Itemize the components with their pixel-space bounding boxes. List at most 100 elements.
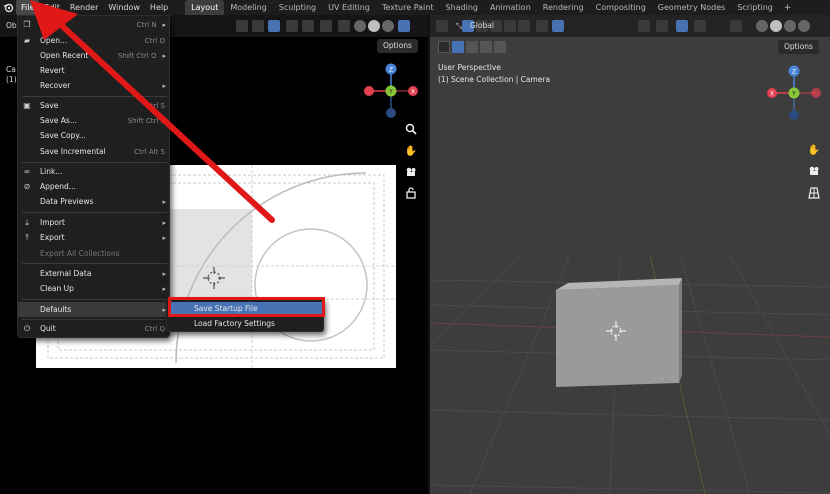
menu-item-link[interactable]: ∞ Link... [18,164,171,179]
gizmo-right-icon[interactable] [656,20,668,32]
invert-tool-icon[interactable] [494,41,506,53]
select-invert-icon[interactable] [504,20,516,32]
append-icon: ⊘ [23,182,31,191]
submenu-arrow-icon: ▸ [162,20,166,29]
menu-item-import[interactable]: ⤓ Import ▸ [18,215,171,230]
menu-item-revert[interactable]: Revert [18,63,171,78]
perspective-toggle-icon[interactable] [807,187,821,201]
menu-item-clean-up[interactable]: Clean Up ▸ [18,281,171,296]
tab-compositing[interactable]: Compositing [590,0,652,15]
menu-item-save-as[interactable]: Save As... Shift Ctrl S [18,113,171,128]
menu-item-save-incremental[interactable]: Save Incremental Ctrl Alt S [18,144,171,159]
navigation-gizmo-right[interactable]: Z X Y [764,63,824,123]
menu-item-append[interactable]: ⊘ Append... [18,179,171,194]
tab-texture-paint[interactable]: Texture Paint [376,0,440,15]
folder-icon: ▰ [23,36,31,45]
left-options-dropdown[interactable]: Options [377,39,418,53]
solid-shading-icon[interactable] [368,20,380,32]
tab-rendering[interactable]: Rendering [537,0,590,15]
xray-right-icon[interactable] [730,20,742,32]
collection-label-partial: (1) [6,75,17,84]
perspective-label: User Perspective [438,63,501,72]
menu-item-new[interactable]: ❐ New Ctrl N ▸ [18,17,171,32]
menu-item-defaults[interactable]: Defaults ▸ [18,302,171,317]
tab-geometry-nodes[interactable]: Geometry Nodes [652,0,731,15]
proportional-edit-icon[interactable] [268,20,280,32]
rendered-right-icon[interactable] [798,20,810,32]
menu-item-recover[interactable]: Recover ▸ [18,78,171,93]
menu-help[interactable]: Help [145,0,173,15]
tab-shading[interactable]: Shading [439,0,484,15]
overlay-right-icon[interactable] [676,20,688,32]
menu-item-open-recent[interactable]: Open Recent Shift Ctrl O ▸ [18,48,171,63]
pan-hand-right-icon[interactable]: ✋ [807,144,821,158]
menu-item-save[interactable]: ▣ Save Ctrl S [18,98,171,113]
wireframe-shading-icon[interactable] [354,20,366,32]
blender-logo-icon[interactable] [0,0,16,15]
new-file-icon: ❐ [23,20,31,29]
submenu-arrow-icon: ▸ [162,284,166,293]
tab-layout[interactable]: Layout [185,0,225,15]
svg-text:X: X [411,89,415,96]
menu-item-save-copy[interactable]: Save Copy... [18,128,171,143]
menu-separator [22,162,167,163]
solid-right-icon[interactable] [770,20,782,32]
right-viewport-header: ⤡ Global [430,15,830,37]
camera-toggle-right-icon[interactable] [807,165,821,179]
material-right-icon[interactable] [784,20,796,32]
menu-render[interactable]: Render [65,0,103,15]
navigation-gizmo[interactable]: Z X Y [361,61,421,121]
menu-item-data-previews[interactable]: Data Previews ▸ [18,194,171,209]
tab-scripting[interactable]: Scripting [731,0,779,15]
tab-uv-editing[interactable]: UV Editing [322,0,376,15]
extend-tool-icon[interactable] [466,41,478,53]
lock-icon[interactable] [404,187,418,201]
menu-file[interactable]: File [16,0,40,15]
zoom-icon[interactable] [404,123,418,137]
overlay-dropdown-icon[interactable] [694,20,706,32]
orientation-dropdown[interactable]: Global [470,20,494,32]
snap-right-icon[interactable] [536,20,548,32]
transform-pivot-icon[interactable] [236,20,248,32]
proportional-right-icon[interactable] [552,20,564,32]
link-icon: ∞ [23,167,31,176]
submenu-arrow-icon: ▸ [162,81,166,90]
subtract-tool-icon[interactable] [480,41,492,53]
menu-item-quit[interactable]: ⏻ Quit Ctrl Q [18,321,171,336]
xray-icon[interactable] [338,20,350,32]
material-shading-icon[interactable] [382,20,394,32]
pivot-icon[interactable] [518,20,530,32]
3d-viewport[interactable]: ⤡ Global Options User Perspective (1) Sc… [430,15,830,494]
menu-item-open[interactable]: ▰ Open... Ctrl O [18,33,171,48]
overlay-icon[interactable] [320,20,332,32]
svg-text:Y: Y [388,89,393,96]
add-workspace-button[interactable]: + [779,3,797,13]
tweak-tool-icon[interactable] [438,41,450,53]
rendered-shading-icon[interactable] [398,20,410,32]
menu-edit[interactable]: Edit [39,0,65,15]
right-options-dropdown[interactable]: Options [778,40,819,54]
menu-item-external-data[interactable]: External Data ▸ [18,266,171,281]
box-select-tool-icon[interactable] [452,41,464,53]
orientation-icon: ⤡ [456,21,462,30]
tab-sculpting[interactable]: Sculpting [273,0,322,15]
menu-item-load-factory-settings[interactable]: Load Factory Settings [170,317,322,331]
menu-window[interactable]: Window [103,0,145,15]
select-mode-icon[interactable] [436,20,448,32]
snap-icon[interactable] [252,20,264,32]
tab-animation[interactable]: Animation [484,0,537,15]
submenu-arrow-icon: ▸ [162,218,166,227]
pan-hand-icon[interactable]: ✋ [404,145,418,159]
gizmo-toggle-icon[interactable] [302,20,314,32]
collection-label: (1) Scene Collection | Camera [438,75,551,84]
annotation-highlight-box [168,297,325,317]
wireframe-right-icon[interactable] [756,20,768,32]
menu-item-export[interactable]: ⤒ Export ▸ [18,230,171,245]
object-mode-partial[interactable]: Ob [6,20,17,32]
visibility-right-icon[interactable] [638,20,650,32]
camera-view-icon[interactable] [404,166,418,180]
menu-separator [22,299,167,300]
visibility-icon[interactable] [286,20,298,32]
power-icon: ⏻ [23,323,31,333]
tab-modeling[interactable]: Modeling [224,0,272,15]
